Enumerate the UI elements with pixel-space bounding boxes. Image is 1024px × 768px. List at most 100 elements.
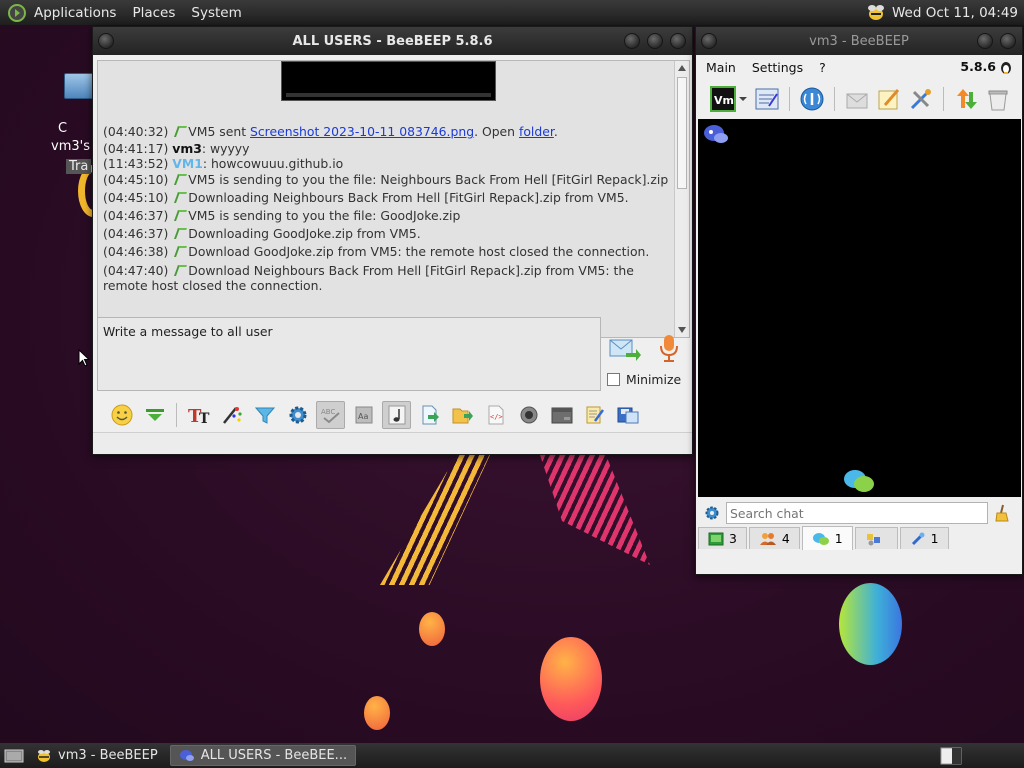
menu-places[interactable]: Places — [124, 5, 183, 21]
window-menu-button[interactable] — [98, 33, 114, 49]
funnel-icon — [254, 407, 275, 424]
mail-icon[interactable] — [844, 86, 870, 112]
chat-history[interactable]: (04:40:32) VM5 sent Screenshot 2023-10-1… — [97, 60, 690, 338]
window-maximize-button[interactable] — [647, 33, 663, 49]
chat-message-list: (04:40:32) VM5 sent Screenshot 2023-10-1… — [103, 123, 673, 293]
svg-text:</>: </> — [490, 413, 503, 421]
desktop-icon-home[interactable]: C vm3's h Tra — [50, 73, 102, 174]
chat-line: (04:41:17) vm3: wyyyy — [103, 141, 250, 156]
decor-blob-small — [419, 612, 445, 646]
file-transfer-icon — [174, 192, 186, 203]
send-message-icon[interactable] — [608, 335, 642, 363]
detach-chat-button[interactable] — [613, 401, 642, 429]
clear-broom-icon[interactable] — [994, 504, 1010, 522]
minimize-checkbox[interactable] — [607, 373, 620, 386]
gear-icon — [289, 406, 306, 424]
filter-button[interactable] — [250, 401, 279, 429]
smiley-icon — [111, 404, 132, 426]
desktop-icon-label-3: Tra — [66, 159, 92, 174]
window-close-button[interactable] — [670, 33, 686, 49]
version-indicator: 5.8.6 — [960, 59, 1012, 74]
main-window-titlebar[interactable]: vm3 - BeeBEEP — [696, 27, 1022, 55]
floppy-window-icon — [617, 407, 638, 424]
scroll-up-icon[interactable] — [678, 65, 686, 71]
edit-pencil-icon[interactable] — [876, 86, 902, 112]
menu-applications[interactable]: Applications — [26, 5, 124, 21]
decor-blob-orange — [540, 637, 602, 721]
code-button[interactable]: </> — [481, 401, 510, 429]
send-file-icon — [422, 405, 439, 425]
emoticon-button[interactable] — [107, 401, 136, 429]
emoticon-dropdown-button[interactable] — [140, 401, 169, 429]
chat-scrollbar[interactable] — [674, 61, 689, 337]
sound-button[interactable] — [382, 401, 411, 429]
decor-blob-green-blue — [839, 583, 902, 665]
taskbar-item-chat-window[interactable]: ALL USERS - BeeBEE... — [169, 745, 357, 766]
network-icon[interactable] — [799, 86, 825, 112]
tab-file-transfers[interactable]: 1 — [899, 527, 949, 549]
edit-note-button[interactable] — [580, 401, 609, 429]
user-list-panel[interactable] — [698, 119, 1021, 497]
notepad-pencil-icon — [586, 406, 604, 424]
svg-text:Aa: Aa — [358, 412, 368, 421]
user-nick: vm3 — [172, 141, 202, 156]
workspace-switcher-icon[interactable] — [940, 747, 962, 765]
tools-icon[interactable] — [908, 86, 934, 112]
beebeep-tray-icon[interactable] — [866, 4, 886, 22]
vm-profile-icon: Vm — [710, 86, 736, 112]
save-chat-button[interactable] — [547, 401, 576, 429]
show-desktop-icon[interactable] — [4, 748, 24, 764]
spell-check-button[interactable]: ABC — [316, 401, 345, 429]
chat-window-all-users: ALL USERS - BeeBEEP 5.8.6 (04:40:32) VM5… — [92, 26, 693, 455]
minimize-checkbox-row[interactable]: Minimize — [607, 372, 681, 387]
status-message-icon[interactable] — [754, 86, 780, 112]
vcard-button[interactable]: Vm — [710, 86, 748, 112]
chat-settings-button[interactable] — [283, 401, 312, 429]
trash-icon[interactable] — [985, 86, 1011, 112]
update-arrows-icon[interactable] — [953, 86, 979, 112]
tab-chats[interactable]: 1 — [801, 526, 853, 550]
screenshot-button[interactable] — [514, 401, 543, 429]
search-chat-input[interactable] — [726, 502, 988, 524]
microphone-icon[interactable] — [657, 333, 681, 363]
chat-bubbles-icon — [844, 470, 874, 492]
distro-logo-icon[interactable] — [8, 3, 26, 22]
clock[interactable]: Wed Oct 11, 04:49 — [892, 5, 1018, 21]
user-chat-bubble-icon[interactable] — [702, 123, 730, 147]
chat-window-titlebar[interactable]: ALL USERS - BeeBEEP 5.8.6 — [93, 27, 692, 55]
menu-main[interactable]: Main — [706, 60, 736, 75]
scrollbar-thumb[interactable] — [677, 77, 687, 189]
menu-system[interactable]: System — [183, 5, 249, 21]
screenshot-thumbnail[interactable] — [281, 61, 496, 101]
file-transfer-icon — [174, 246, 186, 257]
chat-line: (04:47:40) Download Neighbours Back From… — [103, 263, 634, 293]
window-close-button[interactable] — [1000, 33, 1016, 49]
message-input[interactable]: Write a message to all user — [97, 317, 601, 391]
svg-text:T: T — [199, 411, 210, 426]
tab-groups[interactable]: 4 — [748, 527, 800, 549]
font-button[interactable]: TT — [184, 401, 213, 429]
open-folder-link[interactable]: folder — [519, 124, 554, 139]
menu-help[interactable]: ? — [819, 60, 826, 75]
send-folder-button[interactable] — [448, 401, 477, 429]
menu-settings[interactable]: Settings — [752, 60, 803, 75]
transfer-pin-icon — [911, 532, 925, 545]
font-color-button[interactable] — [217, 401, 246, 429]
desktop-icon-label-1: C — [58, 121, 68, 136]
window-minimize-button[interactable] — [624, 33, 640, 49]
word-completer-button[interactable]: Aa — [349, 401, 378, 429]
search-options-gear-icon[interactable] — [704, 505, 720, 521]
taskbar-item-main-window[interactable]: vm3 - BeeBEEP — [28, 745, 166, 766]
chat-window-title: ALL USERS - BeeBEEP 5.8.6 — [292, 33, 493, 49]
camera-lens-icon — [520, 406, 537, 424]
send-file-button[interactable] — [415, 401, 444, 429]
chevron-down-icon[interactable] — [738, 95, 748, 103]
decor-blob-small-2 — [364, 696, 390, 730]
file-transfer-icon — [174, 174, 186, 185]
window-minimize-button[interactable] — [977, 33, 993, 49]
tab-shared-files[interactable] — [854, 527, 898, 549]
tab-users[interactable]: 3 — [698, 527, 747, 549]
window-menu-button[interactable] — [701, 33, 717, 49]
main-tabbar: 3 4 1 1 — [696, 526, 1022, 551]
screenshot-file-link[interactable]: Screenshot 2023-10-11 083746.png — [250, 124, 474, 139]
